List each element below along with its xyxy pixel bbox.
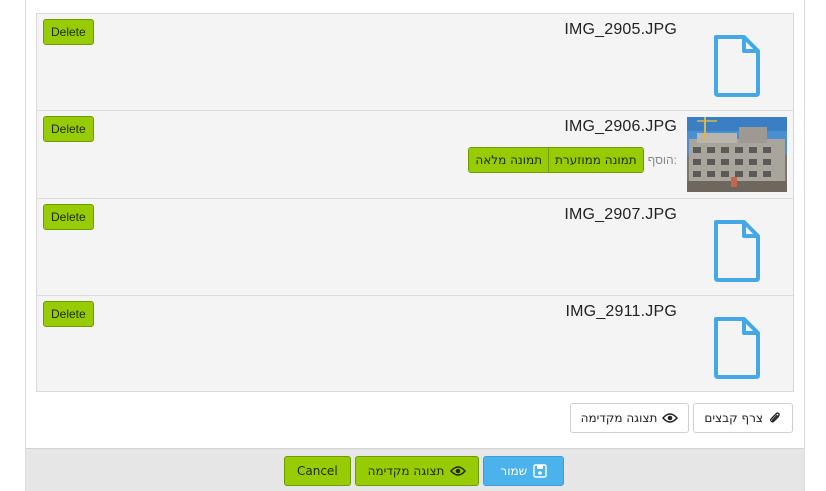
delete-button[interactable]: Delete	[43, 204, 94, 230]
attachment-toolbar: צרף קבצים תצוגה מקדימה	[569, 403, 793, 433]
eye-icon	[450, 466, 467, 476]
file-row: IMG_2907.JPG Delete	[37, 199, 793, 296]
file-name: IMG_2907.JPG	[564, 206, 677, 223]
delete-button[interactable]: Delete	[43, 116, 94, 142]
save-button[interactable]: שמור	[483, 456, 565, 486]
delete-button[interactable]: Delete	[43, 19, 94, 45]
save-label: שמור	[500, 464, 528, 478]
footer-preview-label: תצוגה מקדימה	[367, 464, 445, 478]
file-icon	[687, 211, 787, 291]
file-name: IMG_2906.JPG	[564, 118, 677, 135]
preview-label: תצוגה מקדימה	[580, 411, 658, 425]
floppy-icon	[533, 464, 547, 478]
attach-files-button[interactable]: צרף קבצים	[693, 403, 793, 433]
insert-thumbnail-button[interactable]: תמונה ממוזערת	[549, 148, 643, 172]
preview-button[interactable]: תצוגה מקדימה	[569, 403, 690, 433]
building-photo	[687, 117, 787, 192]
file-list: IMG_2905.JPG Delete IMG_2906.JPG הוסף: ת…	[36, 13, 794, 392]
file-icon	[687, 26, 787, 106]
insert-options: הוסף: תמונה ממוזערת תמונה מלאה	[468, 147, 677, 173]
delete-button[interactable]: Delete	[43, 301, 94, 327]
insert-button-group: תמונה ממוזערת תמונה מלאה	[468, 147, 644, 173]
form-footer: Cancel תצוגה מקדימה שמור	[26, 448, 804, 491]
attach-files-label: צרף קבצים	[704, 411, 763, 425]
file-row: IMG_2906.JPG הוסף: תמונה ממוזערת תמונה מ…	[37, 111, 793, 199]
paperclip-icon	[770, 412, 780, 423]
file-name: IMG_2905.JPG	[564, 21, 677, 38]
insert-label: הוסף:	[647, 153, 677, 167]
file-icon	[687, 308, 787, 388]
file-name: IMG_2911.JPG	[565, 303, 677, 320]
file-row: IMG_2911.JPG Delete	[37, 296, 793, 391]
eye-icon	[662, 413, 679, 423]
photo-thumbnail[interactable]	[687, 117, 787, 192]
file-row: IMG_2905.JPG Delete	[37, 14, 793, 111]
insert-full-image-button[interactable]: תמונה מלאה	[469, 148, 550, 172]
footer-preview-button[interactable]: תצוגה מקדימה	[354, 456, 480, 486]
footer-buttons: Cancel תצוגה מקדימה שמור	[284, 456, 565, 486]
attachments-panel: IMG_2905.JPG Delete IMG_2906.JPG הוסף: ת…	[25, 0, 805, 491]
cancel-button[interactable]: Cancel	[284, 456, 351, 486]
